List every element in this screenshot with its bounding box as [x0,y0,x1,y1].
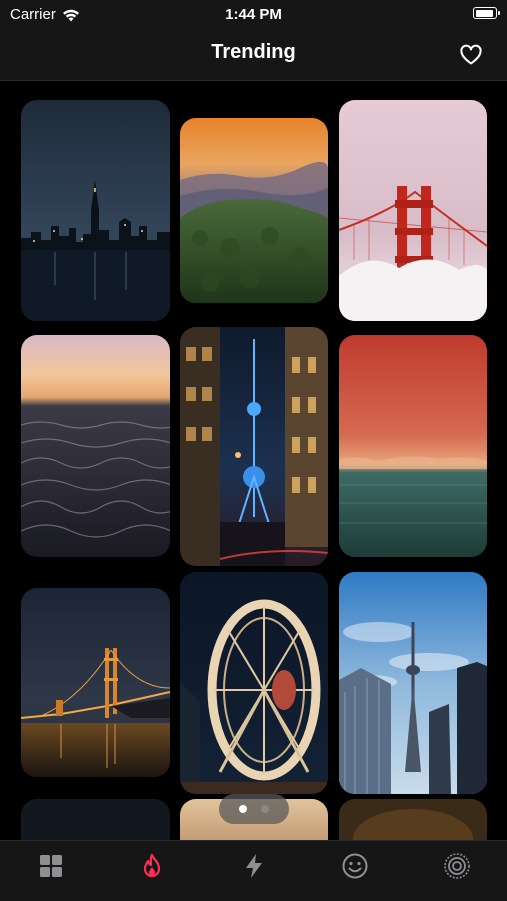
tab-new[interactable] [203,841,304,901]
page-title: Trending [211,41,296,63]
live-rings-icon [443,853,470,879]
wallpaper-partial-1[interactable] [21,799,170,840]
page-dot-active [239,805,247,813]
wallpaper-red-sky-sea-moon[interactable] [339,335,487,557]
tab-categories[interactable] [0,841,101,901]
grid-icon [39,855,62,877]
lightning-icon [245,854,262,878]
wallpaper-ocean-waves-dusk[interactable] [21,335,170,557]
status-bar: Carrier 1:44 PM [0,0,507,30]
tab-bar [0,840,507,901]
wallpaper-grid [0,81,507,840]
tab-live[interactable] [406,841,507,901]
heart-icon[interactable] [459,43,483,67]
navigation-bar: Trending [0,30,507,81]
page-indicator[interactable] [219,794,289,824]
page-dot [261,805,269,813]
wallpaper-city-skyline-night[interactable] [21,100,170,321]
tab-trending[interactable] [101,841,202,901]
wallpaper-misty-mountains-sunset[interactable] [180,118,328,303]
wallpaper-golden-gate-fog[interactable] [339,100,487,321]
wallpaper-golden-gate-night-lights[interactable] [21,588,170,777]
wallpaper-ferris-wheel-night[interactable] [180,572,328,794]
wallpaper-cn-tower-blue-sky[interactable] [339,572,487,794]
battery-icon [473,7,500,19]
flame-icon [143,853,160,878]
tab-fun[interactable] [304,841,405,901]
wallpaper-oriental-pearl-tower-night[interactable] [180,327,328,566]
smiley-icon [342,853,367,879]
status-time: 1:44 PM [225,6,282,23]
wallpaper-partial-3[interactable] [339,799,487,840]
